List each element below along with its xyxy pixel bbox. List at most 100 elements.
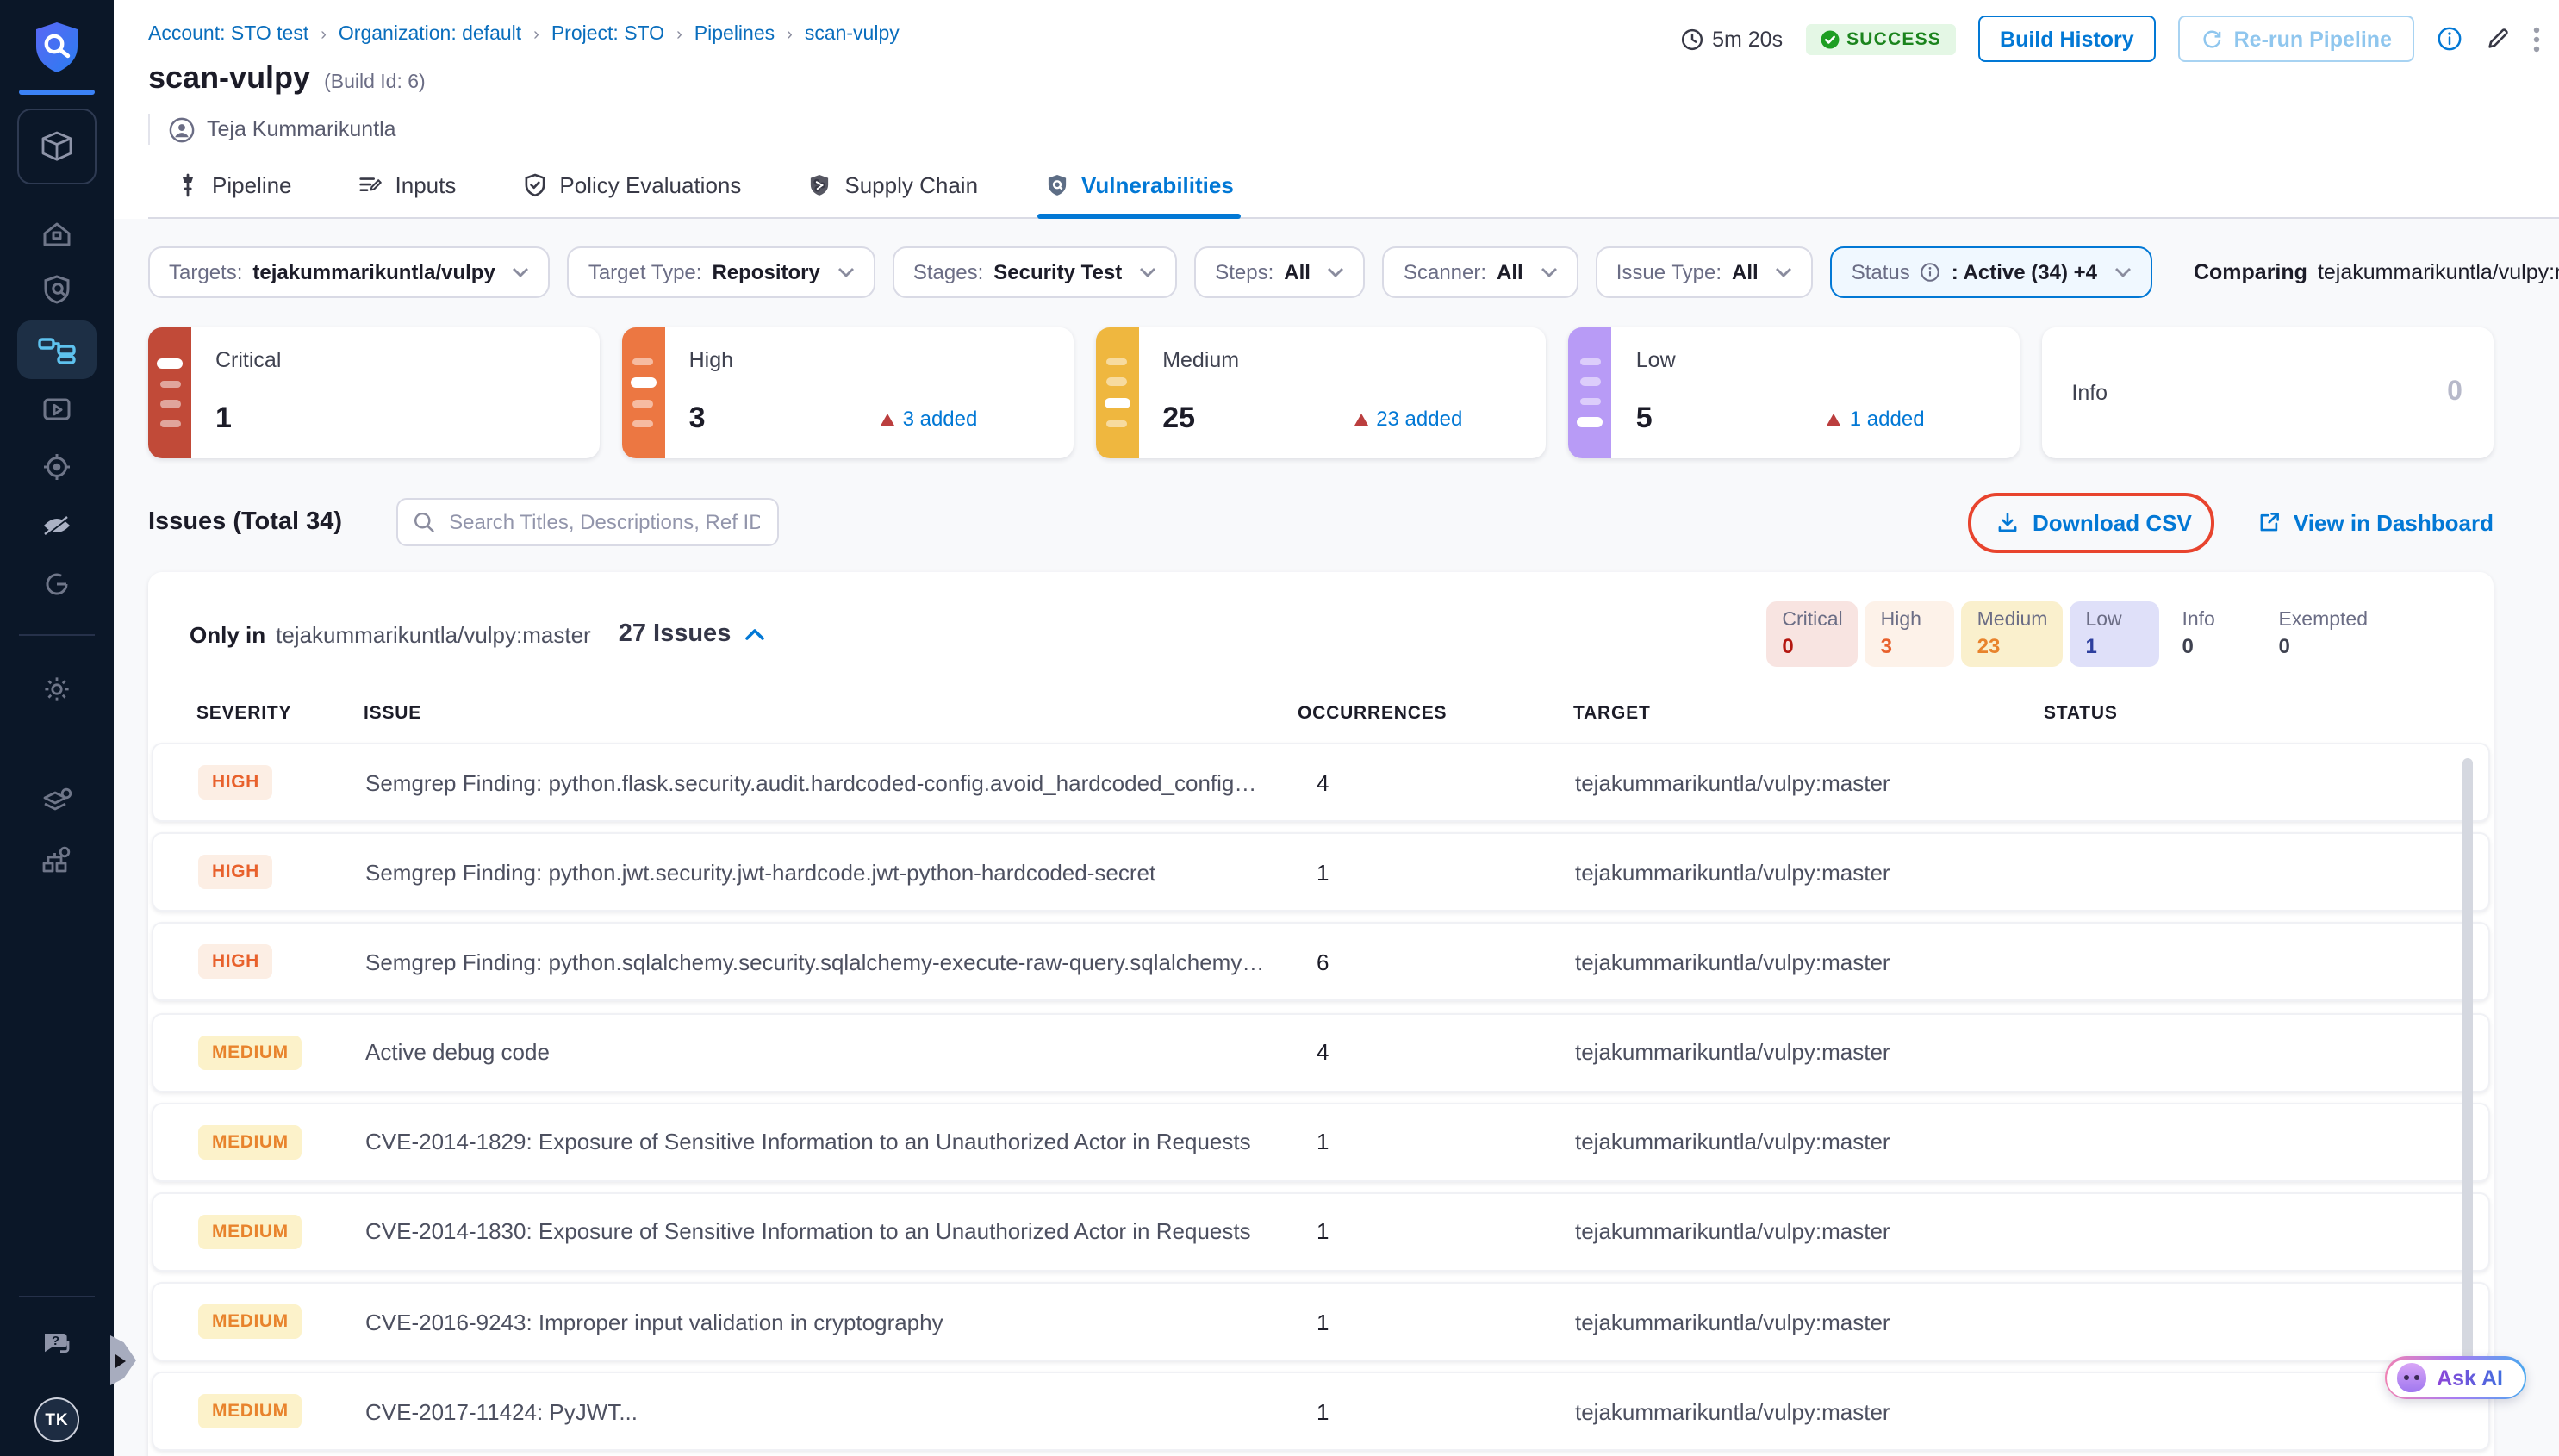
- low-card[interactable]: Low 5 1 added: [1569, 327, 2020, 458]
- search-input[interactable]: [395, 498, 778, 546]
- download-icon: [1996, 510, 2020, 534]
- breadcrumb-org[interactable]: Organization: default: [339, 24, 521, 45]
- org-settings-hierarchy-icon[interactable]: [0, 843, 114, 877]
- critical-card[interactable]: Critical 1: [148, 327, 600, 458]
- person-icon: [169, 116, 195, 142]
- scan-shield-icon[interactable]: [0, 272, 114, 307]
- page-title: scan-vulpy: [148, 60, 310, 96]
- filter-issue-type[interactable]: Issue Type:All: [1596, 246, 1814, 298]
- severity-filter-chips: Critical0 High3 Medium23 Low1 Info0 Exem…: [1766, 601, 2383, 667]
- severity-badge: MEDIUM: [198, 1125, 302, 1160]
- help-chat-icon[interactable]: ?: [0, 1325, 114, 1360]
- target: tejakummarikuntla/vulpy:master: [1575, 1399, 2045, 1425]
- chip-high[interactable]: High3: [1865, 601, 1955, 667]
- info-card[interactable]: Info 0: [2042, 327, 2494, 458]
- tab-policy-evaluations[interactable]: Policy Evaluations: [514, 162, 748, 217]
- info-icon[interactable]: [2437, 26, 2462, 52]
- issue-row[interactable]: MEDIUM CVE-2014-1829: Exposure of Sensit…: [152, 1103, 2490, 1182]
- chevron-sep-icon: ›: [787, 25, 793, 44]
- filter-status[interactable]: Status : Active (34) +4: [1831, 246, 2152, 298]
- breadcrumb-pipelines[interactable]: Pipelines: [694, 24, 775, 45]
- main-content: Account: STO test › Organization: default…: [114, 0, 2559, 1456]
- breadcrumb-account[interactable]: Account: STO test: [148, 24, 308, 45]
- info-count: 0: [2447, 377, 2462, 408]
- view-in-dashboard-button[interactable]: View in Dashboard: [2257, 509, 2494, 535]
- low-delta: 1 added: [1827, 407, 1925, 431]
- severity-badge: HIGH: [198, 765, 273, 800]
- issue-row[interactable]: HIGH Semgrep Finding: python.flask.secur…: [152, 743, 2490, 822]
- chevron-down-icon: [1541, 267, 1558, 277]
- token-icon[interactable]: [0, 567, 114, 601]
- module-selector-cube-icon[interactable]: [17, 109, 97, 184]
- occurrences: 1: [1299, 1399, 1575, 1425]
- issue-row[interactable]: MEDIUM CVE-2017-11424: PyJWT... 1 tejaku…: [152, 1372, 2490, 1452]
- edit-pencil-icon[interactable]: [2485, 26, 2511, 52]
- tab-inputs[interactable]: Inputs: [351, 162, 464, 217]
- issues-table-body: HIGH Semgrep Finding: python.flask.secur…: [148, 736, 2494, 1452]
- download-csv-button[interactable]: Download CSV: [1996, 509, 2192, 535]
- check-circle-icon: [1819, 28, 1840, 49]
- status-badge: SUCCESS: [1805, 23, 1955, 54]
- severity-badge: HIGH: [198, 945, 273, 980]
- issue-title: Active debug code: [365, 1039, 1299, 1065]
- issue-row[interactable]: MEDIUM Active debug code 4 tejakummariku…: [152, 1012, 2490, 1092]
- settings-gear-icon[interactable]: [0, 672, 114, 706]
- ask-ai-button[interactable]: Ask AI: [2384, 1356, 2526, 1399]
- filter-target-type[interactable]: Target Type:Repository: [568, 246, 875, 298]
- delta-up-icon: [881, 413, 894, 425]
- medium-severity-gauge-icon: [1095, 327, 1138, 458]
- sidebar-divider: [19, 634, 95, 636]
- issue-row[interactable]: HIGH Semgrep Finding: python.jwt.securit…: [152, 832, 2490, 912]
- medium-label: Medium: [1162, 348, 1239, 372]
- pipelines-nav-active[interactable]: [17, 320, 97, 379]
- sto-shield-logo-icon[interactable]: [0, 17, 114, 79]
- svg-text:?: ?: [51, 1333, 59, 1347]
- issue-title: Semgrep Finding: python.flask.security.a…: [365, 769, 1299, 795]
- severity-summary-cards: Critical 1 High 3 3 added Medium 25 23 a…: [148, 327, 2494, 458]
- executions-icon[interactable]: [0, 393, 114, 427]
- chip-info[interactable]: Info0: [2166, 601, 2256, 667]
- user-avatar[interactable]: TK: [34, 1397, 79, 1442]
- default-settings-layers-icon[interactable]: [0, 784, 114, 818]
- exemptions-eye-slash-icon[interactable]: [0, 508, 114, 543]
- issue-row[interactable]: HIGH Semgrep Finding: python.sqlalchemy.…: [152, 923, 2490, 1002]
- table-scrollbar[interactable]: [2462, 758, 2473, 1365]
- chevron-up-icon[interactable]: [744, 627, 765, 641]
- delta-up-icon: [1354, 413, 1367, 425]
- issue-row[interactable]: MEDIUM CVE-2014-1830: Exposure of Sensit…: [152, 1192, 2490, 1272]
- chip-medium[interactable]: Medium23: [1962, 601, 2064, 667]
- rerun-pipeline-button[interactable]: Re-run Pipeline: [2179, 16, 2414, 62]
- tab-bar: Pipeline Inputs Policy Evaluations Suppl…: [148, 162, 2559, 219]
- medium-delta: 23 added: [1354, 407, 1462, 431]
- comparing-text: Comparing tejakummarikuntla/vulpy:master…: [2194, 260, 2559, 284]
- kebab-menu-icon[interactable]: [2533, 25, 2540, 53]
- occurrences: 1: [1299, 859, 1575, 885]
- medium-card[interactable]: Medium 25 23 added: [1095, 327, 1547, 458]
- issue-row[interactable]: MEDIUM CVE-2016-9243: Improper input val…: [152, 1282, 2490, 1361]
- logo-underline: [19, 90, 95, 95]
- chip-low[interactable]: Low1: [2070, 601, 2159, 667]
- breadcrumb-current[interactable]: scan-vulpy: [805, 24, 900, 45]
- header-actions: 5m 20s SUCCESS Build History Re-run Pipe…: [1679, 16, 2540, 62]
- filter-scanner[interactable]: Scanner:All: [1383, 246, 1578, 298]
- page-header: Account: STO test › Organization: default…: [114, 0, 2559, 219]
- tab-pipeline[interactable]: Pipeline: [169, 162, 299, 217]
- home-icon[interactable]: [0, 217, 114, 252]
- filter-targets[interactable]: Targets:tejakummarikuntla/vulpy: [148, 246, 551, 298]
- chip-critical[interactable]: Critical0: [1766, 601, 1858, 667]
- filter-stages[interactable]: Stages:Security Test: [893, 246, 1177, 298]
- tab-vulnerabilities[interactable]: Vulnerabilities: [1037, 162, 1241, 217]
- app-window: ? TK Account: STO test › Organization: de…: [0, 0, 2559, 1456]
- medium-count: 25: [1162, 401, 1195, 436]
- chip-exempted[interactable]: Exempted0: [2263, 601, 2383, 667]
- filter-steps[interactable]: Steps:All: [1194, 246, 1366, 298]
- build-history-button[interactable]: Build History: [1977, 16, 2157, 62]
- targets-icon[interactable]: [0, 450, 114, 484]
- high-card[interactable]: High 3 3 added: [622, 327, 1074, 458]
- breadcrumb-project[interactable]: Project: STO: [551, 24, 664, 45]
- target: tejakummarikuntla/vulpy:master: [1575, 949, 2045, 975]
- tab-supply-chain[interactable]: Supply Chain: [800, 162, 985, 217]
- duration: 5m 20s: [1679, 27, 1783, 51]
- issue-title: CVE-2017-11424: PyJWT...: [365, 1399, 1299, 1425]
- supply-chain-shield-icon: [806, 172, 832, 198]
